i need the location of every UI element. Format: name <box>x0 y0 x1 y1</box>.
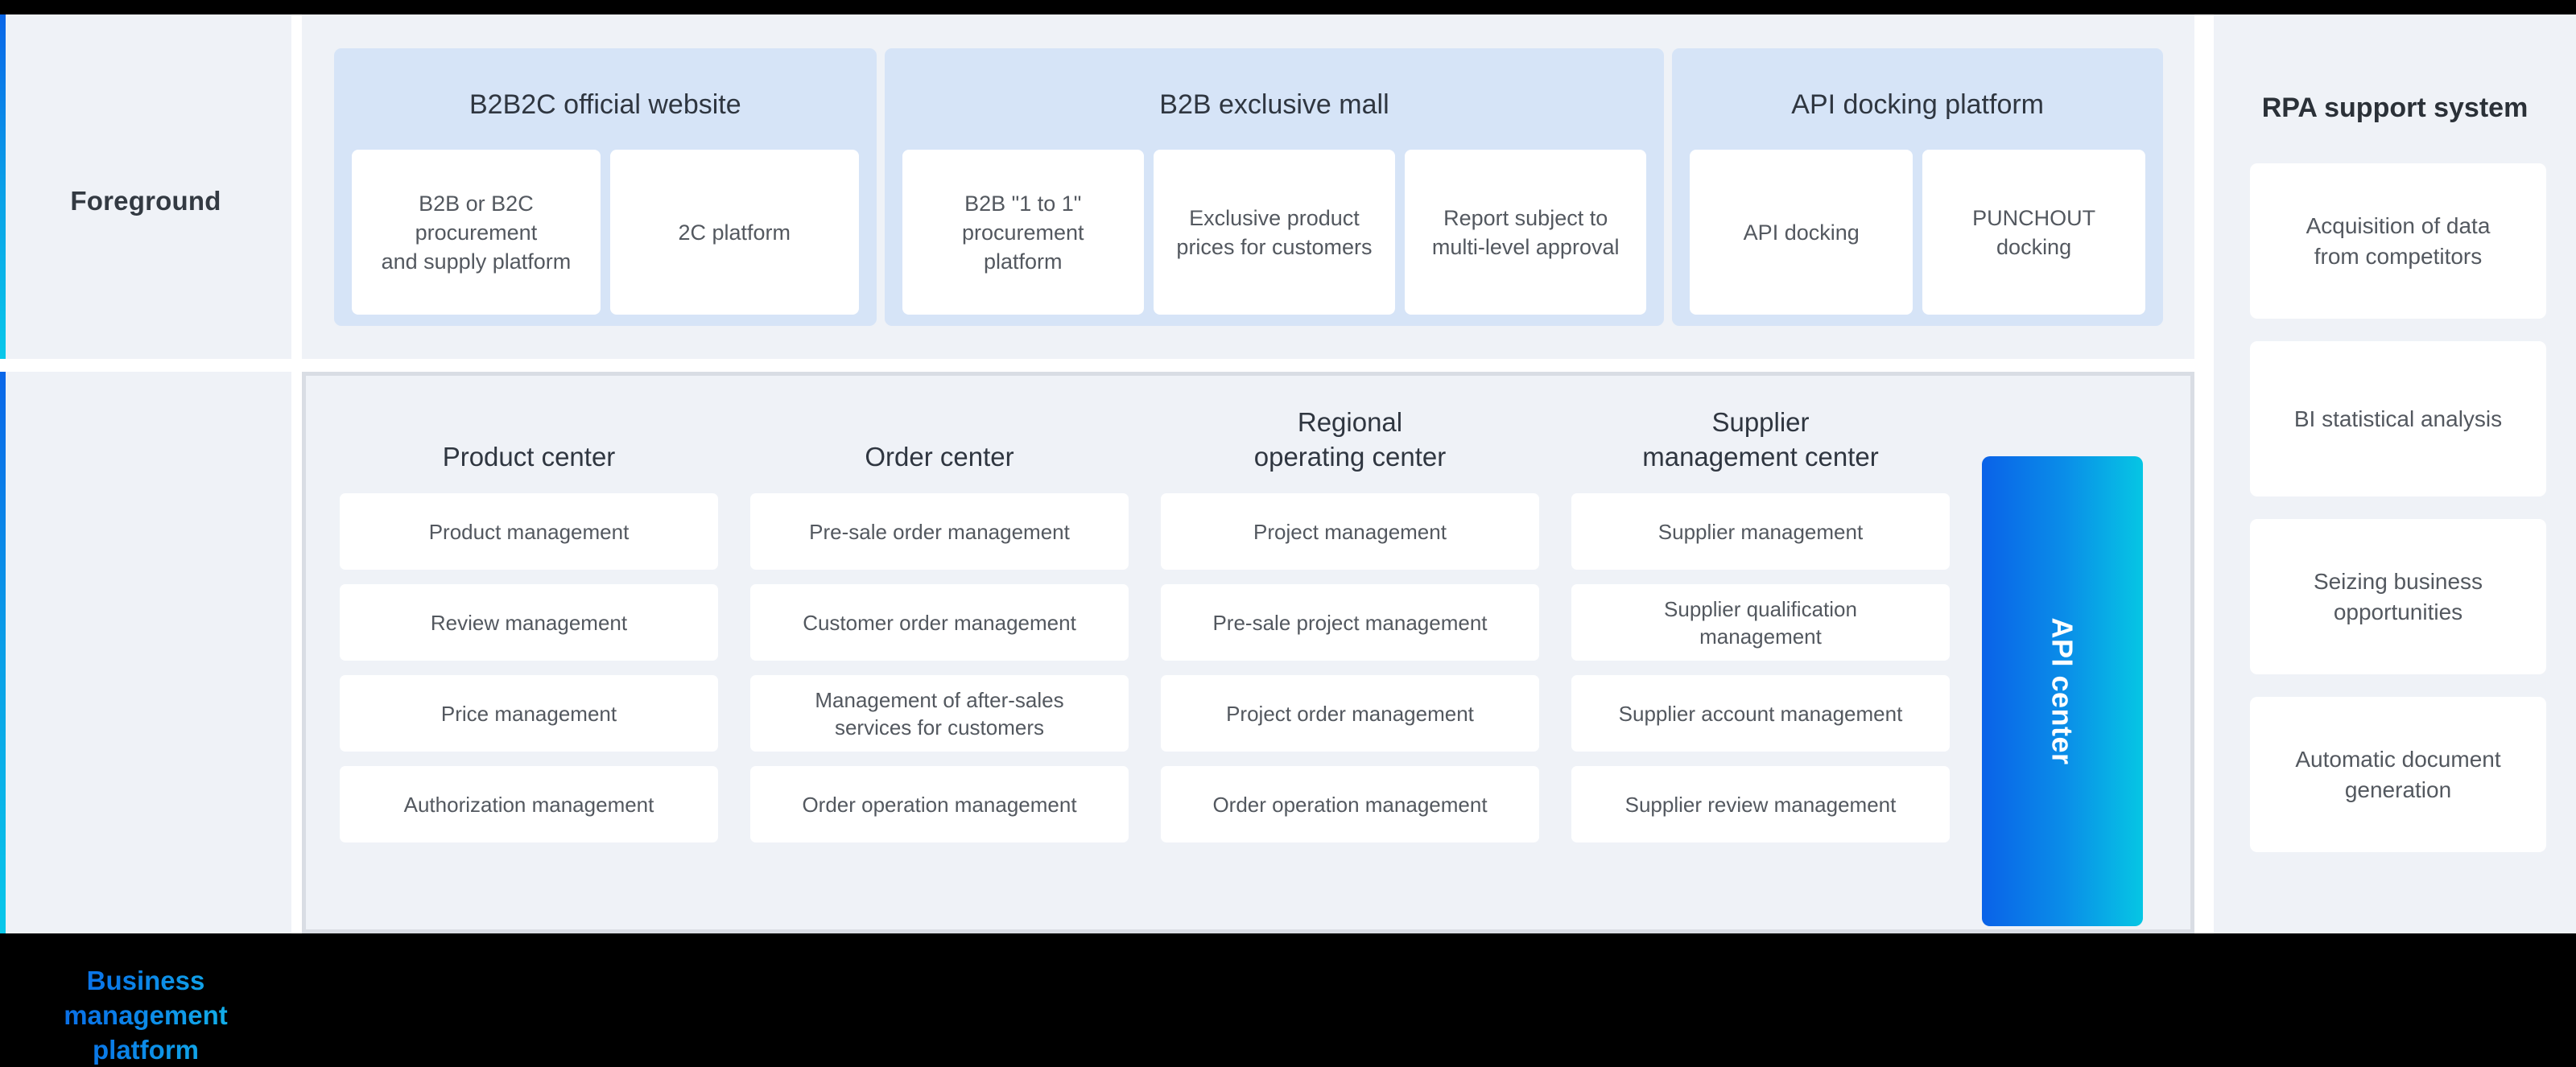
business-item[interactable]: Project management <box>1161 493 1539 570</box>
business-item[interactable]: Supplier account management <box>1571 675 1950 752</box>
business-item-line: Management of after-sales <box>815 687 1064 712</box>
rpa-card[interactable]: BI statistical analysis <box>2250 341 2546 496</box>
foreground-tile[interactable]: B2B "1 to 1" procurement platform <box>902 150 1144 315</box>
business-item[interactable]: Customer order management <box>750 584 1129 661</box>
business-item-line: management <box>1699 624 1822 649</box>
tile-line: platform <box>983 249 1063 274</box>
business-column-title-line: Regional <box>1297 407 1403 437</box>
business-item[interactable]: Product management <box>340 493 718 570</box>
business-platform-label-column: Business management platform <box>0 372 291 933</box>
tile-line: multi-level approval <box>1431 234 1620 259</box>
tile-line: prices for customers <box>1176 234 1373 259</box>
group-title: B2B2C official website <box>469 89 741 120</box>
rpa-support-system-panel: RPA support system Acquisition of data f… <box>2214 14 2576 933</box>
foreground-tile[interactable]: Exclusive product prices for customers <box>1153 150 1396 315</box>
group-title: API docking platform <box>1791 89 2044 120</box>
foreground-label-column: Foreground <box>0 14 291 359</box>
business-column-order-center: Order center Pre-sale order management C… <box>750 393 1129 917</box>
business-column-title-line: Product center <box>442 442 616 472</box>
business-item[interactable]: Pre-sale project management <box>1161 584 1539 661</box>
tile-line: Report subject to <box>1443 205 1608 230</box>
business-column-title: Order center <box>750 393 1129 474</box>
business-column-title: Regional operating center <box>1161 393 1539 474</box>
foreground-group-b2b2c-official-website[interactable]: B2B2C official website B2B or B2C procur… <box>334 48 877 326</box>
business-column-title-line: operating center <box>1253 442 1447 472</box>
rpa-card-line: opportunities <box>2333 599 2463 624</box>
business-management-panel: Product center Product management Review… <box>302 372 2194 933</box>
tile-line: API docking <box>1743 220 1860 245</box>
rpa-card-line: Seizing business <box>2313 568 2483 594</box>
rpa-card-line: Acquisition of data <box>2306 212 2491 238</box>
business-item[interactable]: Order operation management <box>1161 766 1539 842</box>
business-column-title: Supplier management center <box>1571 393 1950 474</box>
foreground-tile[interactable]: API docking <box>1690 150 1913 315</box>
business-item[interactable]: Supplier management <box>1571 493 1950 570</box>
business-item[interactable]: Supplier review management <box>1571 766 1950 842</box>
business-column-title-line: Supplier <box>1711 407 1810 437</box>
group-tile-list: B2B "1 to 1" procurement platform Exclus… <box>885 150 1665 332</box>
foreground-group-list: B2B2C official website B2B or B2C procur… <box>334 48 2164 326</box>
business-item-line: services for customers <box>834 715 1045 739</box>
rpa-card[interactable]: Automatic document generation <box>2250 697 2546 852</box>
business-item-line: Supplier qualification <box>1664 596 1857 621</box>
business-column-product-center: Product center Product management Review… <box>340 393 718 917</box>
business-platform-label-line: platform <box>93 1035 199 1065</box>
business-column-title-line: management center <box>1642 442 1879 472</box>
rpa-card-line: BI statistical analysis <box>2293 406 2503 431</box>
tile-line: procurement <box>961 220 1084 245</box>
business-item[interactable]: Price management <box>340 675 718 752</box>
business-item[interactable]: Project order management <box>1161 675 1539 752</box>
tile-line: docking <box>1996 234 2072 259</box>
rpa-support-system-title: RPA support system <box>2261 93 2529 123</box>
group-tile-list: B2B or B2C procurement and supply platfo… <box>334 150 877 332</box>
business-column-supplier-management-center: Supplier management center Supplier mana… <box>1571 393 1950 917</box>
top-letterbox <box>0 0 2576 14</box>
business-platform-label-line: Business <box>86 966 205 995</box>
tile-line: and supply platform <box>381 249 572 274</box>
rpa-card[interactable]: Seizing business opportunities <box>2250 519 2546 674</box>
group-title: B2B exclusive mall <box>1159 89 1389 120</box>
rpa-card[interactable]: Acquisition of data from competitors <box>2250 163 2546 319</box>
foreground-label: Foreground <box>70 186 221 216</box>
tile-line: 2C platform <box>678 220 791 245</box>
rpa-card-list: Acquisition of data from competitors BI … <box>2250 163 2546 875</box>
tile-line: B2B or B2C <box>419 191 534 216</box>
group-tile-list: API docking PUNCHOUT docking <box>1672 150 2163 332</box>
business-column-regional-operating-center: Regional operating center Project manage… <box>1161 393 1539 917</box>
tile-line: procurement <box>415 220 538 245</box>
foreground-group-api-docking-platform[interactable]: API docking platform API docking PUNCHOU… <box>1672 48 2164 326</box>
rpa-card-line: generation <box>2344 777 2452 802</box>
business-item[interactable]: Review management <box>340 584 718 661</box>
bottom-letterbox <box>0 933 2576 962</box>
business-column-title: Product center <box>340 393 718 474</box>
tile-line: B2B "1 to 1" <box>964 191 1082 216</box>
tile-line: Exclusive product <box>1189 205 1360 230</box>
accent-bar-business <box>0 372 6 933</box>
business-item[interactable]: Authorization management <box>340 766 718 842</box>
api-center-label: API center <box>2046 617 2079 765</box>
tile-line: PUNCHOUT <box>1972 205 2096 230</box>
business-column-list: Product center Product management Review… <box>340 393 2159 926</box>
foreground-tile[interactable]: B2B or B2C procurement and supply platfo… <box>352 150 601 315</box>
rpa-card-line: Automatic document <box>2295 746 2501 772</box>
foreground-tile[interactable]: PUNCHOUT docking <box>1922 150 2146 315</box>
diagram-canvas: Foreground Business management platform … <box>0 0 2576 962</box>
business-item[interactable]: Supplier qualification management <box>1571 584 1950 661</box>
business-platform-label-line: management <box>64 1000 228 1030</box>
business-item[interactable]: Pre-sale order management <box>750 493 1129 570</box>
rpa-card-line: from competitors <box>2314 243 2483 269</box>
business-column-title-line: Order center <box>865 442 1014 472</box>
foreground-tile[interactable]: Report subject to multi-level approval <box>1405 150 1647 315</box>
foreground-panel: B2B2C official website B2B or B2C procur… <box>302 14 2194 359</box>
foreground-group-b2b-exclusive-mall[interactable]: B2B exclusive mall B2B "1 to 1" procurem… <box>884 48 1665 326</box>
business-item[interactable]: Order operation management <box>750 766 1129 842</box>
api-center-bar[interactable]: API center <box>1982 456 2143 926</box>
business-platform-label: Business management platform <box>0 963 291 1067</box>
foreground-tile[interactable]: 2C platform <box>609 150 859 315</box>
business-item[interactable]: Management of after-sales services for c… <box>750 675 1129 752</box>
